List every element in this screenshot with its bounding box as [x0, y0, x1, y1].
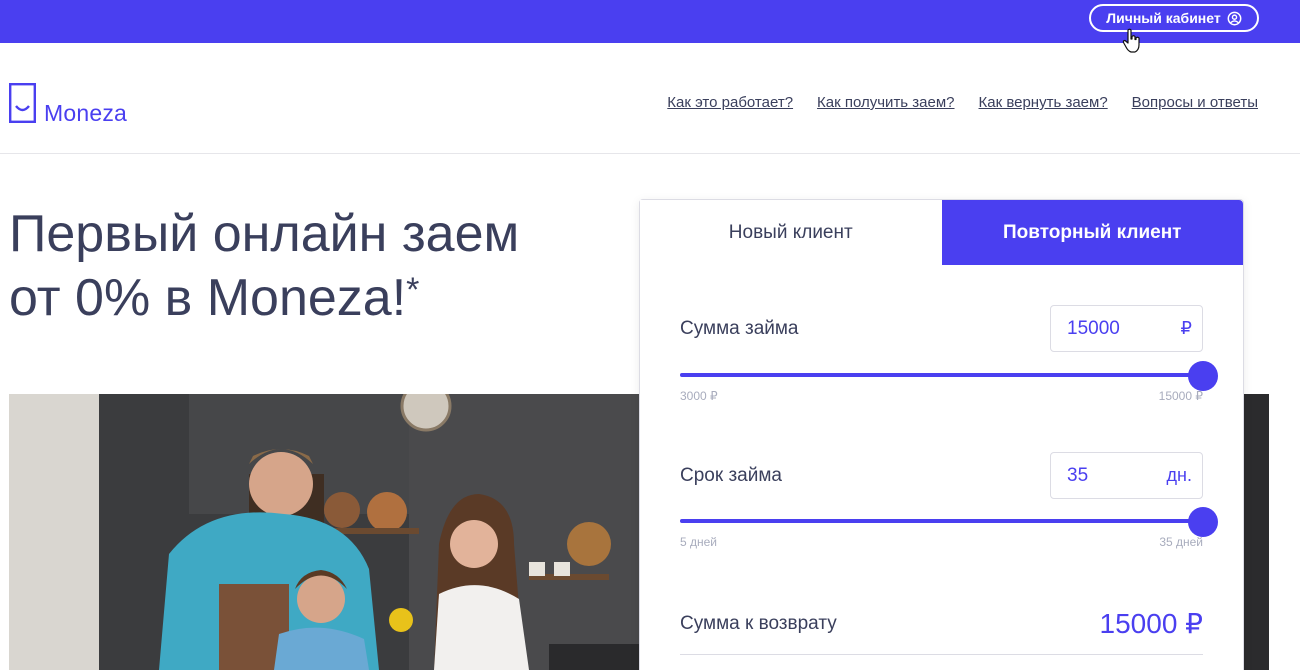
- return-amount-row: Сумма к возврату 15000 ₽: [680, 605, 1203, 655]
- amount-input[interactable]: 15000 ₽: [1050, 305, 1203, 352]
- hero-title-line1: Первый онлайн заем: [9, 205, 520, 263]
- amount-unit: ₽: [1180, 318, 1192, 338]
- nav-how-to-get-loan[interactable]: Как получить заем?: [817, 94, 954, 111]
- site-header: Moneza Как это работает? Как получить за…: [0, 43, 1300, 154]
- hero-title: Первый онлайн заем от 0% в Moneza!*: [9, 202, 519, 330]
- term-range-labels: 5 дней 35 дней: [680, 535, 1203, 549]
- cabinet-label: Личный кабинет: [1106, 10, 1221, 26]
- tab-repeat-client[interactable]: Повторный клиент: [941, 200, 1243, 265]
- tab-new-client[interactable]: Новый клиент: [640, 200, 942, 265]
- term-slider-thumb[interactable]: [1188, 507, 1218, 537]
- client-tabs: Новый клиент Повторный клиент: [640, 200, 1243, 265]
- amount-max-label: 15000 ₽: [1158, 389, 1203, 403]
- nav-how-it-works[interactable]: Как это работает?: [667, 94, 793, 111]
- amount-min-label: 3000 ₽: [680, 389, 718, 403]
- term-max-label: 35 дней: [1159, 535, 1203, 549]
- amount-section: Сумма займа 15000 ₽ 3000 ₽ 15000 ₽: [680, 305, 1218, 425]
- nav-how-to-repay[interactable]: Как вернуть заем?: [979, 94, 1108, 111]
- term-slider-fill: [680, 519, 1203, 523]
- logo-text: Moneza: [44, 100, 128, 126]
- logo-mark-icon: [9, 83, 36, 123]
- term-input[interactable]: 35 дн.: [1050, 452, 1203, 499]
- logo[interactable]: Moneza: [9, 83, 128, 126]
- amount-label: Сумма займа: [680, 318, 799, 339]
- loan-calculator: Новый клиент Повторный клиент Сумма займ…: [639, 199, 1244, 670]
- amount-slider-fill: [680, 373, 1203, 377]
- hero-title-line2: от 0% в Moneza!: [9, 269, 407, 327]
- personal-cabinet-button[interactable]: Личный кабинет: [1089, 4, 1259, 32]
- top-bar: Личный кабинет: [0, 0, 1300, 53]
- return-amount-value: 15000 ₽: [1099, 608, 1203, 639]
- term-section: Срок займа 35 дн. 5 дней 35 дней: [680, 452, 1218, 572]
- term-min-label: 5 дней: [680, 535, 718, 549]
- amount-range-labels: 3000 ₽ 15000 ₽: [680, 389, 1203, 403]
- amount-slider-thumb[interactable]: [1188, 361, 1218, 391]
- nav-faq[interactable]: Вопросы и ответы: [1132, 94, 1258, 111]
- amount-value: 15000: [1067, 317, 1120, 339]
- return-amount-label: Сумма к возврату: [680, 613, 837, 634]
- term-unit: дн.: [1166, 465, 1192, 485]
- amount-slider[interactable]: [680, 361, 1218, 391]
- main-nav: Как это работает? Как получить заем? Как…: [667, 94, 1258, 111]
- term-value: 35: [1067, 464, 1089, 486]
- hero-footnote-star: *: [406, 271, 420, 309]
- term-slider[interactable]: [680, 507, 1218, 537]
- user-circle-icon: [1227, 11, 1242, 25]
- term-label: Срок займа: [680, 465, 782, 486]
